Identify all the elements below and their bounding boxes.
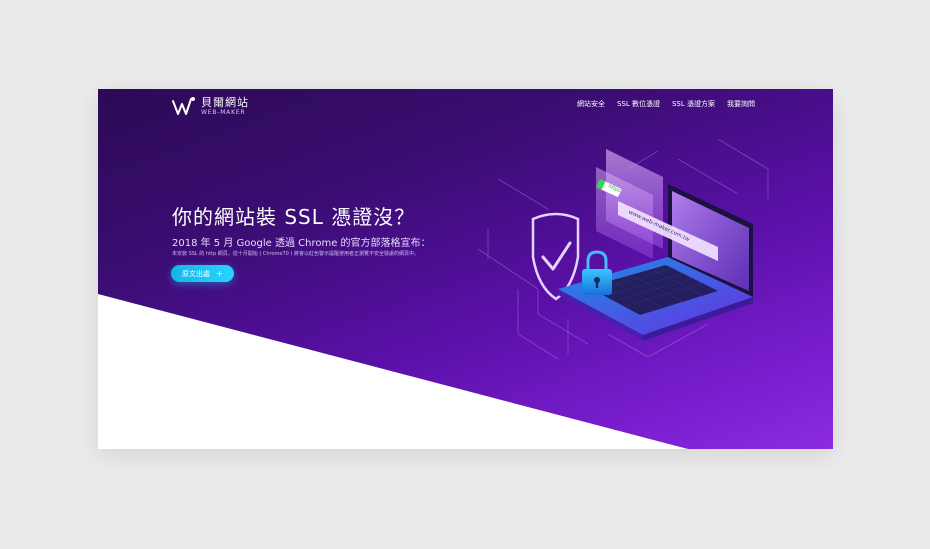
hero-subtitle: 2018 年 5 月 Google 透過 Chrome 的官方部落格宣布： (172, 238, 431, 249)
brand-name-en: WEB-MAKER (201, 108, 246, 116)
ssl-laptop-illustration: www.web-maker.com.tw https (478, 139, 769, 360)
nav-item-ssl-certificate[interactable]: SSL 數位憑證 (617, 99, 660, 109)
source-link-label: 原文出處 (182, 269, 210, 278)
hero-title: 你的網站裝 SSL 憑證沒？ (172, 205, 416, 229)
nav-item-website-security[interactable]: 網站安全 (577, 99, 605, 109)
hero-description: 未安裝 SSL 的 http 網頁，從十月開始 ( Chrome70 ) 將會以… (172, 251, 419, 257)
brand-logo[interactable]: 貝爾網站 WEB-MAKER (171, 95, 249, 117)
nav-item-ssl-plans[interactable]: SSL 憑證方案 (672, 99, 715, 109)
nav-item-inquiry[interactable]: 我要詢問 (727, 99, 755, 109)
hero-section: 貝爾網站 WEB-MAKER 網站安全 SSL 數位憑證 SSL 憑證方案 我要… (98, 89, 833, 449)
source-link-button[interactable]: 原文出處 + (171, 265, 234, 282)
plus-icon: + (216, 268, 223, 278)
web-maker-w-icon (172, 97, 195, 115)
main-nav: 網站安全 SSL 數位憑證 SSL 憑證方案 我要詢問 (577, 99, 755, 109)
padlock-icon (582, 250, 612, 295)
brand-name-cn: 貝爾網站 (201, 95, 249, 109)
